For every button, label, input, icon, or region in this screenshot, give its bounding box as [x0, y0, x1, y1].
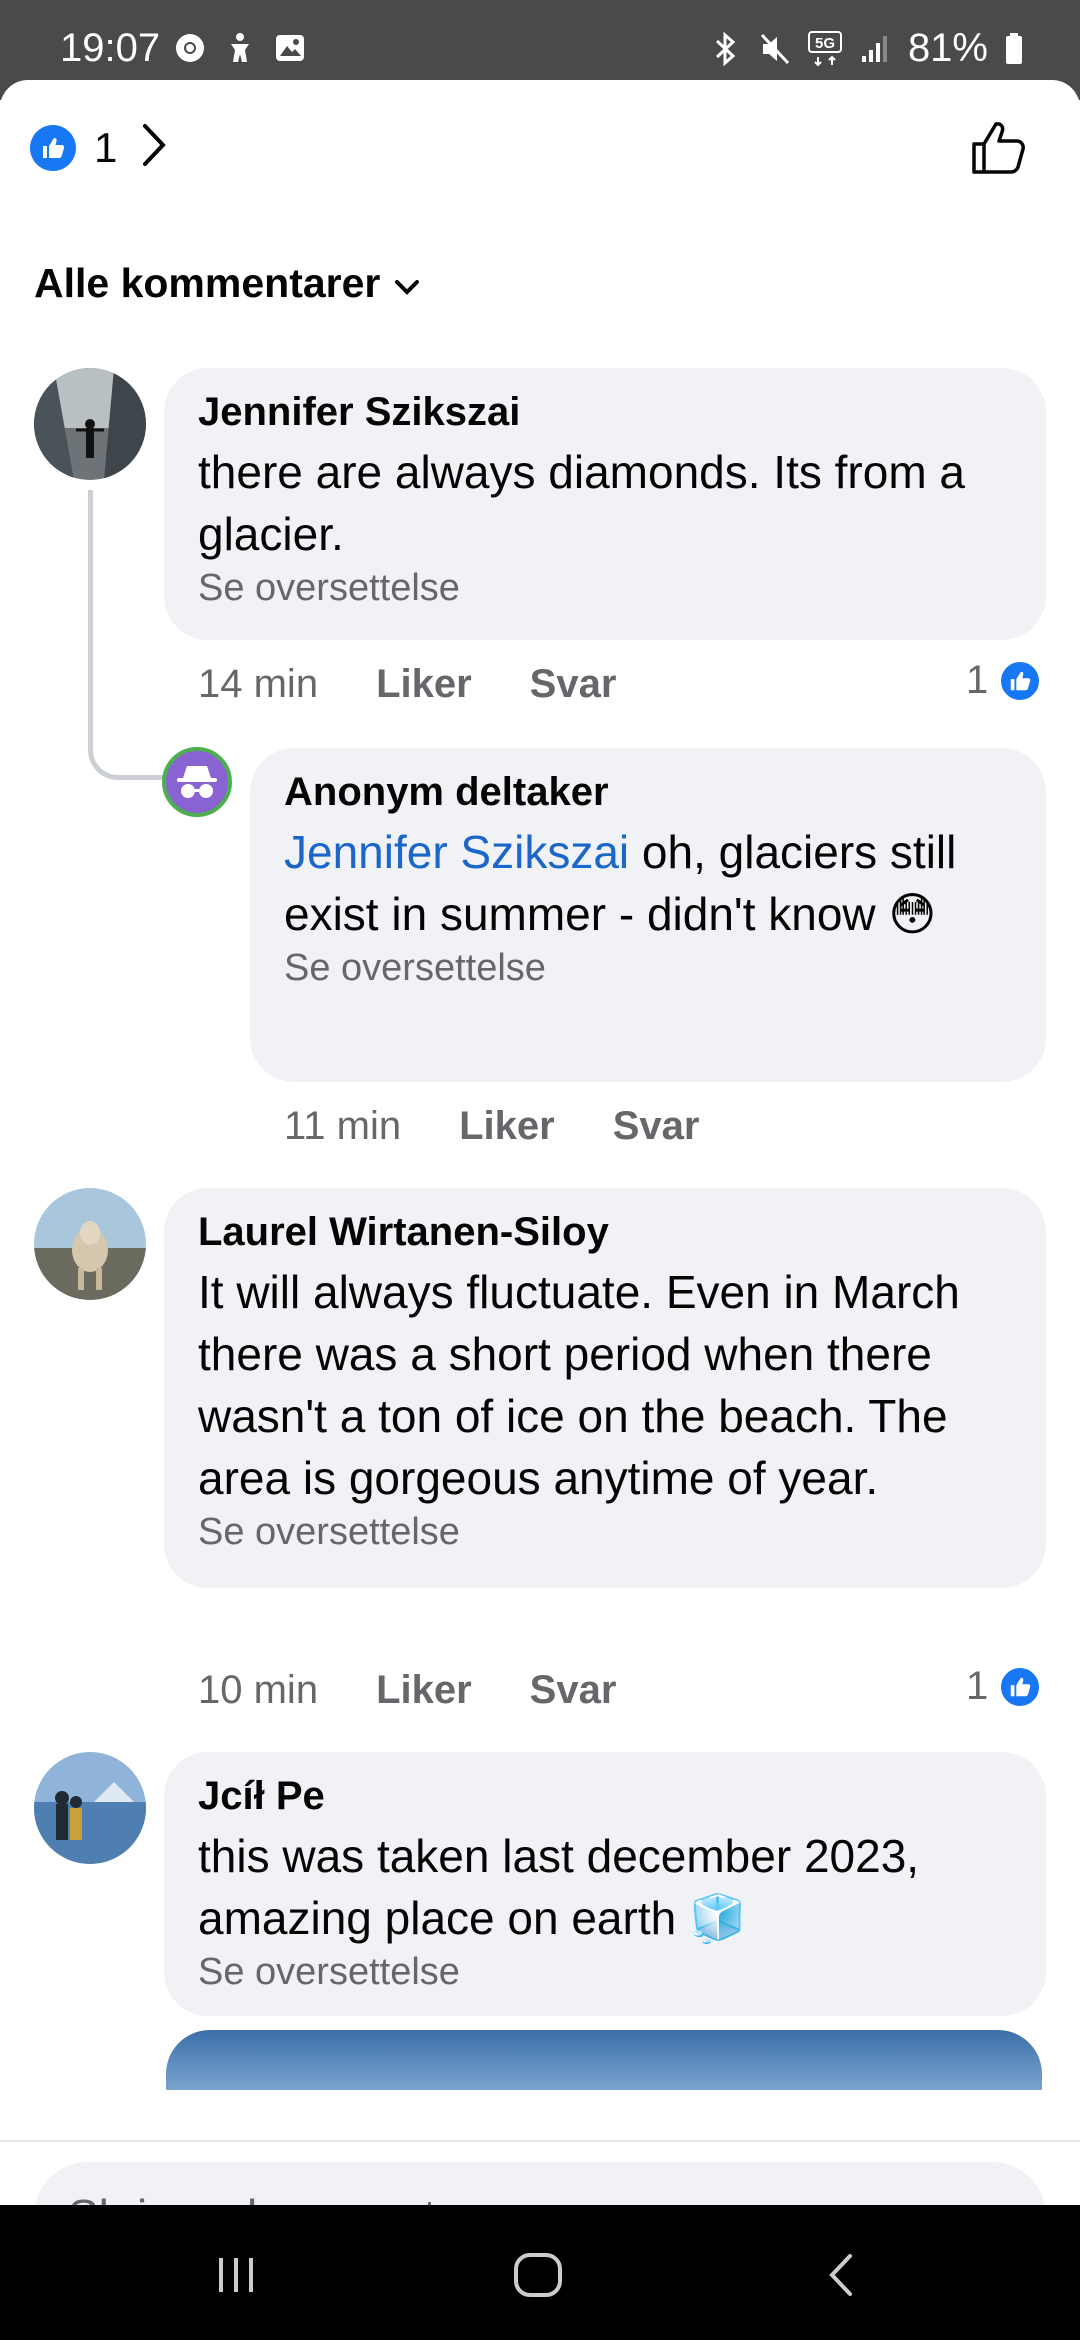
like-comment-button[interactable]: Liker [459, 1104, 555, 1149]
chevron-down-icon [394, 260, 420, 307]
accessibility-icon [222, 30, 258, 66]
battery-percent: 81% [907, 26, 988, 70]
comments-sheet: 1 Alle kommentarer Jennifer Szikszai the… [0, 80, 1080, 2285]
reply-bubble[interactable]: Anonym deltaker Jennifer Szikszai oh, gl… [250, 748, 1046, 1082]
home-button[interactable] [508, 2245, 568, 2305]
signal-icon [858, 31, 892, 67]
comment-reactions[interactable]: 1 [966, 1664, 1043, 1709]
comment-text: this was taken last december 2023, amazi… [198, 1830, 920, 1944]
see-translation-link[interactable]: Se oversettelse [198, 1951, 1012, 1994]
mute-icon [758, 31, 792, 67]
comment-actions: 14 min Liker Svar [198, 662, 616, 707]
comment-reaction-count: 1 [966, 1664, 989, 1708]
reply-button[interactable]: Svar [530, 662, 617, 707]
reply-button[interactable]: Svar [613, 1104, 700, 1149]
like-post-button[interactable] [968, 118, 1028, 178]
comment-photo[interactable] [166, 2030, 1042, 2090]
chevron-right-icon [139, 122, 167, 173]
mention-link[interactable]: Jennifer Szikszai [284, 826, 629, 878]
like-comment-button[interactable]: Liker [376, 1668, 472, 1713]
comment-text: there are always diamonds. Its from a gl… [198, 446, 965, 560]
comment-author[interactable]: Jcíł Pe [198, 1774, 1012, 1819]
like-comment-button[interactable]: Liker [376, 662, 472, 707]
comment-time[interactable]: 11 min [284, 1104, 401, 1149]
like-reaction-icon [998, 1664, 1043, 1709]
status-time: 19:07 [60, 26, 161, 70]
svg-text:5G: 5G [815, 35, 835, 52]
back-button[interactable] [812, 2245, 872, 2305]
comment-author[interactable]: Laurel Wirtanen-Siloy [198, 1210, 1012, 1255]
chrome-icon [172, 30, 208, 66]
avatar-jennifer[interactable] [34, 368, 146, 480]
avatar-jcil[interactable] [34, 1752, 146, 1864]
reaction-count: 1 [94, 123, 118, 171]
system-navigation-bar [0, 2205, 1080, 2340]
comment-reactions[interactable]: 1 [966, 658, 1043, 703]
comment-author[interactable]: Anonym deltaker [284, 770, 1012, 815]
comment-author[interactable]: Jennifer Szikszai [198, 390, 1012, 435]
comment-actions: 11 min Liker Svar [284, 1104, 699, 1149]
comment-bubble[interactable]: Laurel Wirtanen-Siloy It will always flu… [164, 1188, 1046, 1588]
reactions-summary[interactable]: 1 [30, 122, 167, 173]
battery-icon [1004, 31, 1024, 67]
comment-time[interactable]: 10 min [198, 1668, 318, 1713]
see-translation-link[interactable]: Se oversettelse [284, 947, 1012, 990]
comment-time[interactable]: 14 min [198, 662, 318, 707]
comment-actions: 10 min Liker Svar [198, 1668, 616, 1713]
bluetooth-icon [708, 31, 742, 67]
sort-comments-dropdown[interactable]: Alle kommentarer [34, 260, 420, 307]
like-reaction-icon [30, 124, 76, 171]
anonymous-avatar-icon[interactable] [162, 747, 232, 817]
comment-bubble[interactable]: Jennifer Szikszai there are always diamo… [164, 368, 1046, 640]
5g-icon: 5G [807, 30, 842, 67]
recent-apps-button[interactable] [206, 2245, 266, 2305]
comment-reaction-count: 1 [966, 658, 989, 702]
sort-label: Alle kommentarer [34, 260, 381, 306]
comment-bubble[interactable]: Jcíł Pe this was taken last december 202… [164, 1752, 1046, 2016]
see-translation-link[interactable]: Se oversettelse [198, 567, 1012, 610]
comment-text: It will always fluctuate. Even in March … [198, 1266, 960, 1504]
like-reaction-icon [998, 658, 1043, 703]
gallery-icon [272, 30, 308, 66]
see-translation-link[interactable]: Se oversettelse [198, 1511, 1012, 1554]
avatar-laurel[interactable] [34, 1188, 146, 1300]
reply-button[interactable]: Svar [530, 1668, 617, 1713]
thread-connector [88, 490, 168, 780]
